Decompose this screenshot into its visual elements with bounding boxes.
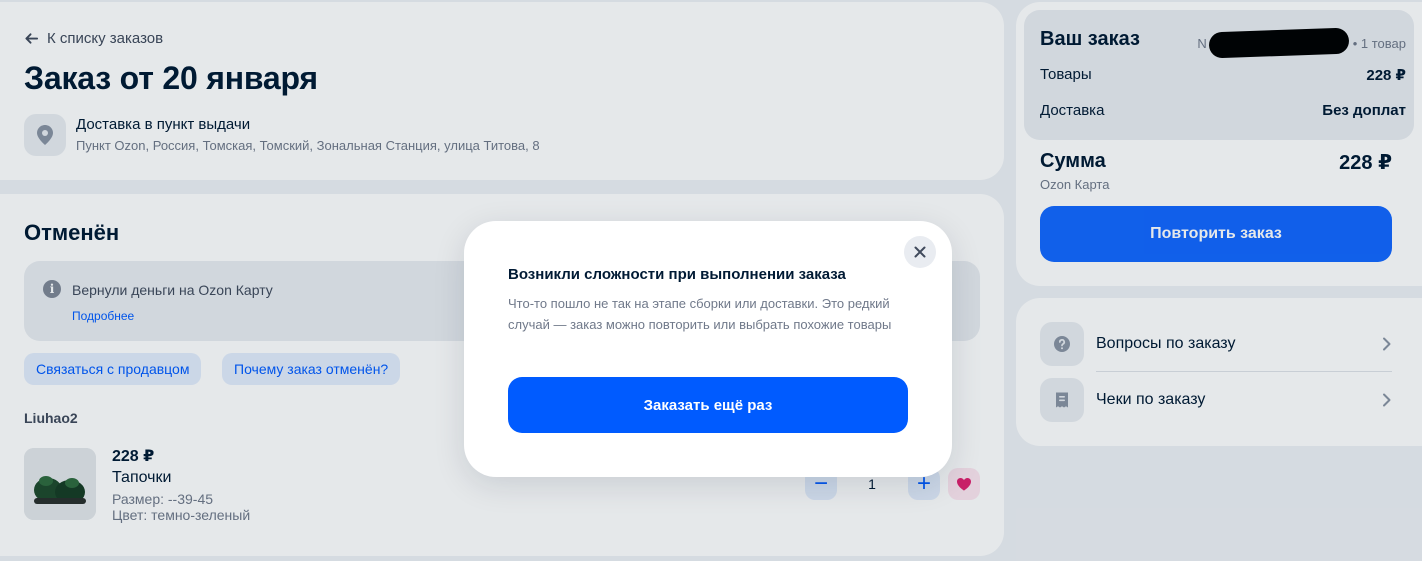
- modal-description: Что-то пошло не так на этапе сборки или …: [508, 296, 892, 332]
- modal-title: Возникли сложности при выполнении заказа: [508, 266, 846, 283]
- close-icon: [914, 246, 926, 258]
- order-again-button[interactable]: Заказать ещё раз: [508, 377, 908, 433]
- order-problem-modal: Возникли сложности при выполнении заказа…: [464, 221, 952, 477]
- modal-close-button[interactable]: [904, 236, 936, 268]
